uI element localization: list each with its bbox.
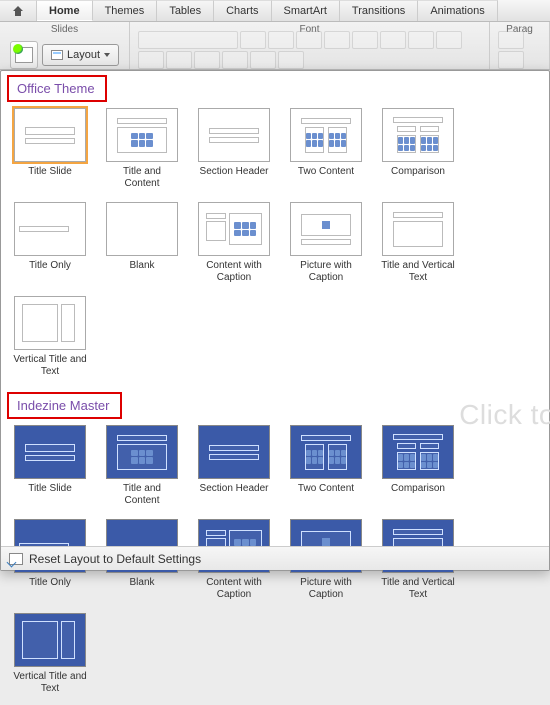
layout-thumb [14, 108, 86, 162]
reset-layout-button[interactable]: Reset Layout to Default Settings [29, 552, 201, 566]
layout-label: Vertical Title and Text [13, 354, 87, 378]
layout-label: Comparison [391, 166, 445, 190]
ribbon-tabs: Home Themes Tables Charts SmartArt Trans… [0, 0, 550, 22]
layout-thumb [106, 202, 178, 256]
layout-thumb [106, 425, 178, 479]
layout-label: Picture with Caption [289, 577, 363, 601]
layout-label: Title and Vertical Text [381, 260, 455, 284]
layout-thumb [290, 108, 362, 162]
layout-option[interactable]: Vertical Title and Text [13, 296, 87, 378]
new-slide-button[interactable] [10, 41, 38, 69]
layout-option[interactable]: Title and Content [105, 425, 179, 507]
layout-option[interactable]: Title and Vertical Text [381, 202, 455, 284]
layout-thumb [382, 108, 454, 162]
layout-option[interactable]: Comparison [381, 425, 455, 507]
layout-option[interactable]: Content with Caption [197, 202, 271, 284]
layout-thumb [382, 202, 454, 256]
layout-option[interactable]: Title Only [13, 202, 87, 284]
layout-option[interactable]: Vertical Title and Text [13, 613, 87, 695]
layout-label: Content with Caption [197, 577, 271, 601]
layout-label: Vertical Title and Text [13, 671, 87, 695]
group-font: Font [130, 22, 490, 69]
layout-option[interactable]: Two Content [289, 425, 363, 507]
layout-thumb [14, 202, 86, 256]
house-icon [12, 5, 24, 17]
layout-label: Title Slide [28, 483, 72, 507]
tab-animations[interactable]: Animations [418, 0, 497, 21]
layout-option[interactable]: Section Header [197, 108, 271, 190]
tab-charts[interactable]: Charts [214, 0, 271, 21]
section-title-indezine-master: Indezine Master [11, 394, 118, 417]
font-controls-disabled [138, 31, 481, 69]
chevron-down-icon [104, 53, 110, 57]
layout-label: Title Slide [28, 166, 72, 190]
layout-thumb [198, 425, 270, 479]
layout-option[interactable]: Two Content [289, 108, 363, 190]
layout-button-label: Layout [67, 49, 100, 61]
layout-thumb [14, 613, 86, 667]
tab-tables[interactable]: Tables [157, 0, 214, 21]
layout-option[interactable]: Picture with Caption [289, 202, 363, 284]
group-label-slides: Slides [0, 24, 129, 35]
home-icon-tab[interactable] [0, 0, 37, 21]
group-slides: Slides Layout [0, 22, 130, 69]
layout-option[interactable]: Blank [105, 202, 179, 284]
layout-label: Section Header [200, 166, 269, 190]
layout-thumb [106, 108, 178, 162]
annotation-box-indezine-master: Indezine Master [7, 392, 122, 419]
paragraph-controls-disabled [498, 31, 541, 69]
layout-button[interactable]: Layout [42, 44, 119, 66]
layout-label: Blank [129, 260, 154, 284]
layout-label: Title and Content [105, 483, 179, 507]
annotation-box-office-theme: Office Theme [7, 75, 107, 102]
gallery-footer: Reset Layout to Default Settings [1, 546, 549, 570]
layout-label: Content with Caption [197, 260, 271, 284]
layout-label: Title and Vertical Text [381, 577, 455, 601]
layout-label: Two Content [298, 166, 354, 190]
tab-smartart[interactable]: SmartArt [272, 0, 340, 21]
layout-icon [51, 50, 63, 60]
layout-option[interactable]: Comparison [381, 108, 455, 190]
tab-themes[interactable]: Themes [93, 0, 158, 21]
layout-thumb [290, 202, 362, 256]
layout-label: Two Content [298, 483, 354, 507]
layout-thumb [290, 425, 362, 479]
layout-thumb [14, 296, 86, 350]
section-title-office-theme: Office Theme [11, 77, 103, 100]
layout-gallery-panel: Click to Office Theme Title SlideTitle a… [0, 70, 550, 571]
group-paragraph: Parag [490, 22, 550, 69]
layout-option[interactable]: Title Slide [13, 425, 87, 507]
layout-label: Blank [129, 577, 154, 601]
layout-label: Title Only [29, 260, 71, 284]
layout-option[interactable]: Title Slide [13, 108, 87, 190]
ribbon-groups: Slides Layout Font Parag [0, 22, 550, 70]
layout-label: Title and Content [105, 166, 179, 190]
layout-label: Section Header [200, 483, 269, 507]
layout-thumb [198, 108, 270, 162]
layout-label: Picture with Caption [289, 260, 363, 284]
layout-option[interactable]: Title and Content [105, 108, 179, 190]
tab-transitions[interactable]: Transitions [340, 0, 418, 21]
layouts-grid-office-theme: Title Slide Title and Content Section Head… [1, 102, 549, 388]
reset-icon [9, 553, 23, 565]
tab-home[interactable]: Home [37, 0, 93, 21]
layout-thumb [14, 425, 86, 479]
layout-label: Title Only [29, 577, 71, 601]
layout-thumb [198, 202, 270, 256]
layout-thumb [382, 425, 454, 479]
layout-option[interactable]: Section Header [197, 425, 271, 507]
layout-label: Comparison [391, 483, 445, 507]
